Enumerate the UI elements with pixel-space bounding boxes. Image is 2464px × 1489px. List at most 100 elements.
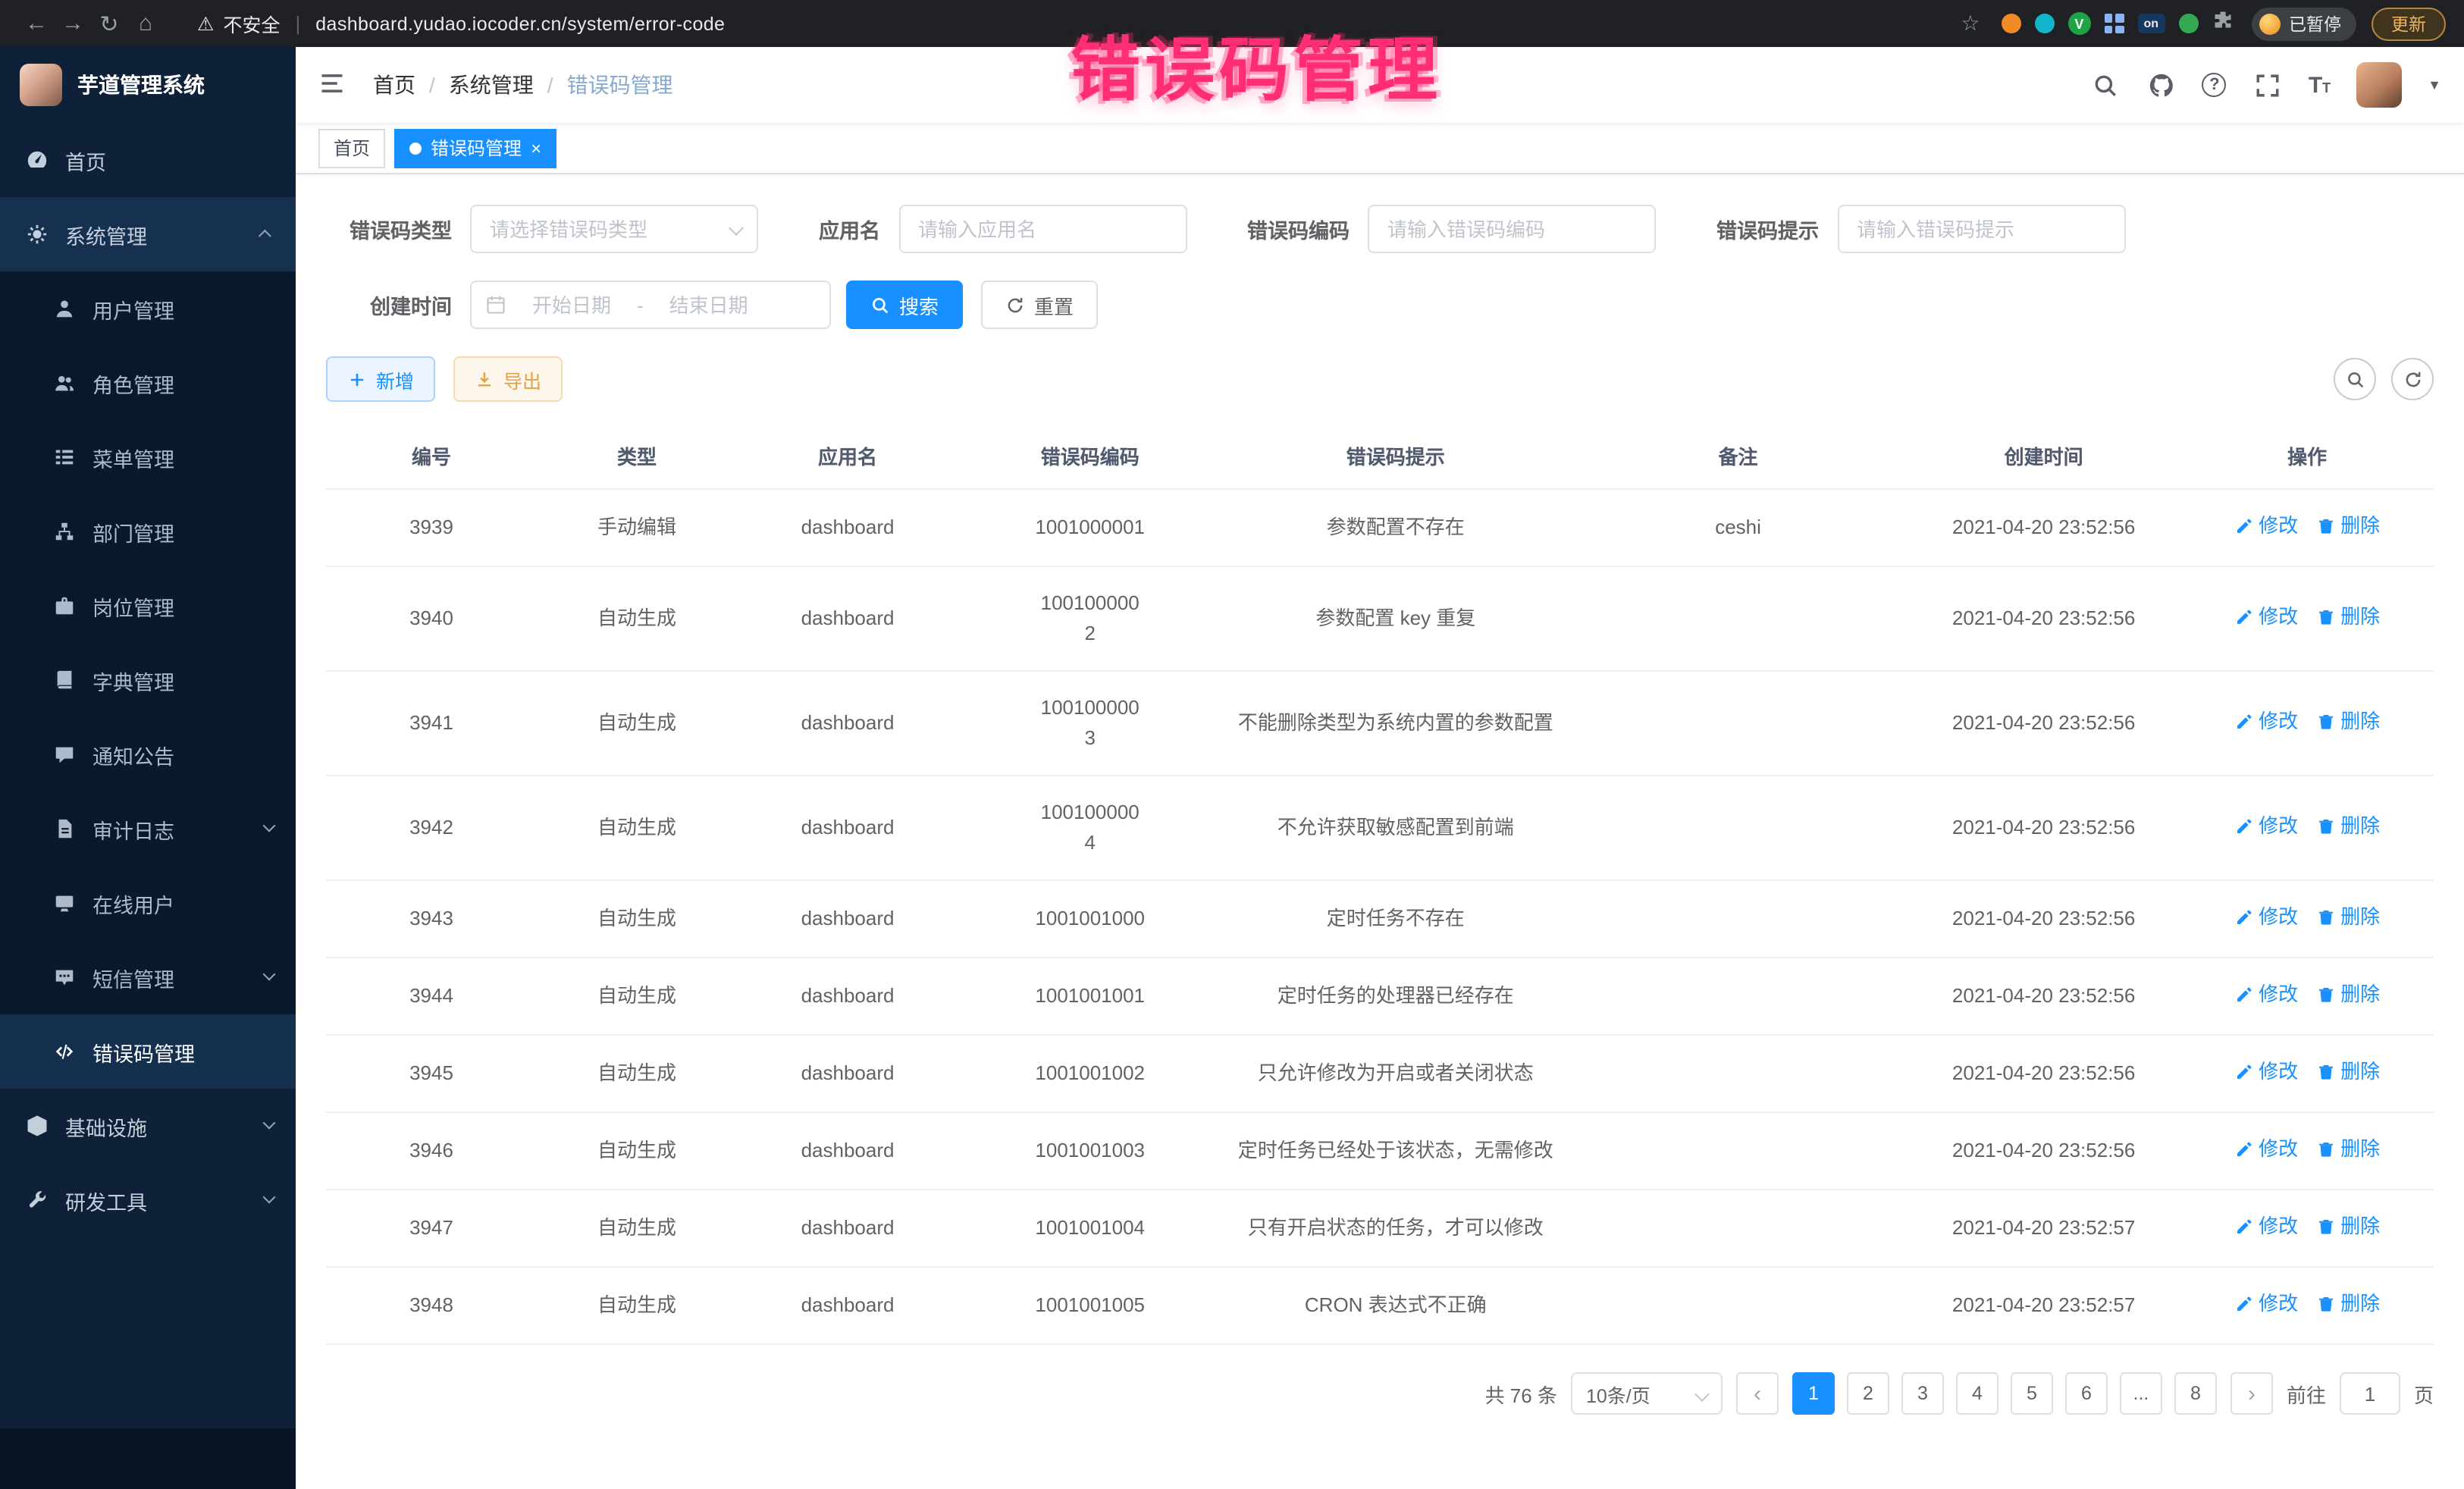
tab-home[interactable]: 首页 <box>318 128 385 168</box>
edit-button[interactable]: 修改 <box>2234 811 2298 842</box>
delete-button[interactable]: 删除 <box>2316 602 2380 632</box>
type-select-input[interactable] <box>470 205 758 253</box>
browser-update-button[interactable]: 更新 <box>2372 7 2446 40</box>
page-buttons: 123456... 8 <box>1792 1372 2217 1415</box>
next-page-button[interactable]: › <box>2230 1372 2273 1415</box>
delete-button[interactable]: 删除 <box>2316 980 2380 1010</box>
sidebar-item-error-code-management[interactable]: 错误码管理 <box>0 1014 296 1089</box>
security-chip[interactable]: ⚠ 不安全 <box>197 9 280 38</box>
start-date-input[interactable] <box>516 293 628 316</box>
search-button[interactable]: 搜索 <box>846 281 963 329</box>
browser-back-icon[interactable]: ← <box>18 11 55 36</box>
show-search-button[interactable] <box>2334 358 2376 400</box>
browser-forward-icon[interactable]: → <box>55 11 91 36</box>
export-button[interactable]: 导出 <box>453 356 563 402</box>
sidebar-item-dict-management[interactable]: 字典管理 <box>0 643 296 717</box>
extension-icon-grid[interactable] <box>2104 14 2124 33</box>
edit-button[interactable]: 修改 <box>2234 602 2298 632</box>
delete-button[interactable]: 删除 <box>2316 1134 2380 1165</box>
font-size-icon[interactable]: TT <box>2309 72 2331 98</box>
caret-down-icon[interactable]: ▼ <box>2428 77 2441 92</box>
address-bar[interactable]: dashboard.yudao.iocoder.cn/system/error-… <box>315 13 725 34</box>
sidebar-item-notice[interactable]: 通知公告 <box>0 717 296 792</box>
github-icon[interactable] <box>2146 70 2177 100</box>
close-icon[interactable]: × <box>531 139 541 157</box>
page-more-button[interactable]: ... <box>2120 1372 2162 1415</box>
reset-button[interactable]: 重置 <box>981 281 1098 329</box>
page-size-select[interactable]: 10条/页 <box>1571 1372 1723 1415</box>
browser-reload-icon[interactable]: ↻ <box>91 10 127 37</box>
end-date-input[interactable] <box>653 293 765 316</box>
sidebar-item-dept-management[interactable]: 部门管理 <box>0 494 296 569</box>
breadcrumb-home[interactable]: 首页 <box>373 70 415 100</box>
edit-button[interactable]: 修改 <box>2234 511 2298 541</box>
edit-button[interactable]: 修改 <box>2234 1212 2298 1242</box>
extension-icon-on-badge[interactable]: on <box>2137 14 2165 33</box>
sidebar-item-sms-management[interactable]: 短信管理 <box>0 940 296 1014</box>
page-button-5[interactable]: 5 <box>2011 1372 2053 1415</box>
search-icon[interactable] <box>2090 70 2121 100</box>
help-icon[interactable]: ? <box>2202 73 2227 97</box>
sidebar-item-home[interactable]: 首页 <box>0 123 296 197</box>
refresh-icon <box>1005 295 1025 315</box>
extension-icon-orange[interactable] <box>2001 14 2020 33</box>
tab-error-code[interactable]: 错误码管理× <box>394 128 556 168</box>
hint-input[interactable] <box>1837 205 2125 253</box>
sidebar-item-online-user[interactable]: 在线用户 <box>0 866 296 940</box>
edit-button[interactable]: 修改 <box>2234 707 2298 737</box>
sidebar-item-infrastructure[interactable]: 基础设施 <box>0 1089 296 1163</box>
cell-code: 1001001003 <box>958 1112 1222 1190</box>
sidebar-item-post-management[interactable]: 岗位管理 <box>0 569 296 643</box>
cell-code: 1001001005 <box>958 1267 1222 1344</box>
edit-button[interactable]: 修改 <box>2234 1134 2298 1165</box>
page-button-3[interactable]: 3 <box>1901 1372 1944 1415</box>
page-button-8[interactable]: 8 <box>2174 1372 2217 1415</box>
page-button-1[interactable]: 1 <box>1792 1372 1835 1415</box>
cell-id: 3948 <box>326 1267 537 1344</box>
breadcrumb-system[interactable]: 系统管理 <box>449 70 534 100</box>
sidebar-logo[interactable]: 芋道管理系统 <box>0 47 296 123</box>
table-row: 3943自动生成dashboard1001001000定时任务不存在2021-0… <box>326 880 2434 958</box>
delete-button[interactable]: 删除 <box>2316 1289 2380 1319</box>
sidebar-item-user-management[interactable]: 用户管理 <box>0 271 296 346</box>
extension-icon-green[interactable] <box>2178 14 2198 33</box>
goto-page-input[interactable] <box>2340 1372 2400 1415</box>
delete-button[interactable]: 删除 <box>2316 511 2380 541</box>
browser-home-icon[interactable]: ⌂ <box>127 11 164 36</box>
bookmark-star-icon[interactable]: ☆ <box>1961 11 1980 36</box>
user-avatar[interactable] <box>2356 62 2402 108</box>
page-button-6[interactable]: 6 <box>2065 1372 2108 1415</box>
edit-button[interactable]: 修改 <box>2234 902 2298 933</box>
delete-button[interactable]: 删除 <box>2316 811 2380 842</box>
extension-icon-v[interactable]: V <box>2067 12 2090 35</box>
sidebar-item-role-management[interactable]: 角色管理 <box>0 346 296 420</box>
delete-button[interactable]: 删除 <box>2316 1212 2380 1242</box>
edit-button[interactable]: 修改 <box>2234 1289 2298 1319</box>
add-button[interactable]: 新增 <box>326 356 435 402</box>
sidebar-item-menu-management[interactable]: 菜单管理 <box>0 420 296 494</box>
refresh-table-button[interactable] <box>2391 358 2434 400</box>
type-select[interactable] <box>470 205 758 253</box>
page-button-4[interactable]: 4 <box>1956 1372 1998 1415</box>
profile-paused-badge[interactable]: 已暂停 <box>2251 7 2356 40</box>
delete-button[interactable]: 删除 <box>2316 902 2380 933</box>
prev-page-button[interactable]: ‹ <box>1736 1372 1779 1415</box>
page-button-2[interactable]: 2 <box>1847 1372 1889 1415</box>
browser-chrome: ← → ↻ ⌂ ⚠ 不安全 | dashboard.yudao.iocoder.… <box>0 0 2464 47</box>
code-input[interactable] <box>1368 205 1656 253</box>
delete-button[interactable]: 删除 <box>2316 707 2380 737</box>
edit-button[interactable]: 修改 <box>2234 980 2298 1010</box>
sidebar-item-system-management[interactable]: 系统管理 <box>0 197 296 271</box>
sidebar-item-audit-log[interactable]: 审计日志 <box>0 792 296 866</box>
extension-icon-teal[interactable] <box>2034 14 2054 33</box>
sidebar-item-dev-tools[interactable]: 研发工具 <box>0 1163 296 1237</box>
profile-avatar <box>2259 13 2280 34</box>
edit-button[interactable]: 修改 <box>2234 1057 2298 1087</box>
date-range-picker[interactable]: - <box>470 281 831 329</box>
delete-button[interactable]: 删除 <box>2316 1057 2380 1087</box>
extensions-puzzle-icon[interactable] <box>2212 9 2233 38</box>
chevron-down-icon <box>262 1191 276 1205</box>
app-input[interactable] <box>898 205 1187 253</box>
fullscreen-icon[interactable] <box>2252 70 2283 100</box>
hamburger-icon[interactable] <box>318 70 349 100</box>
